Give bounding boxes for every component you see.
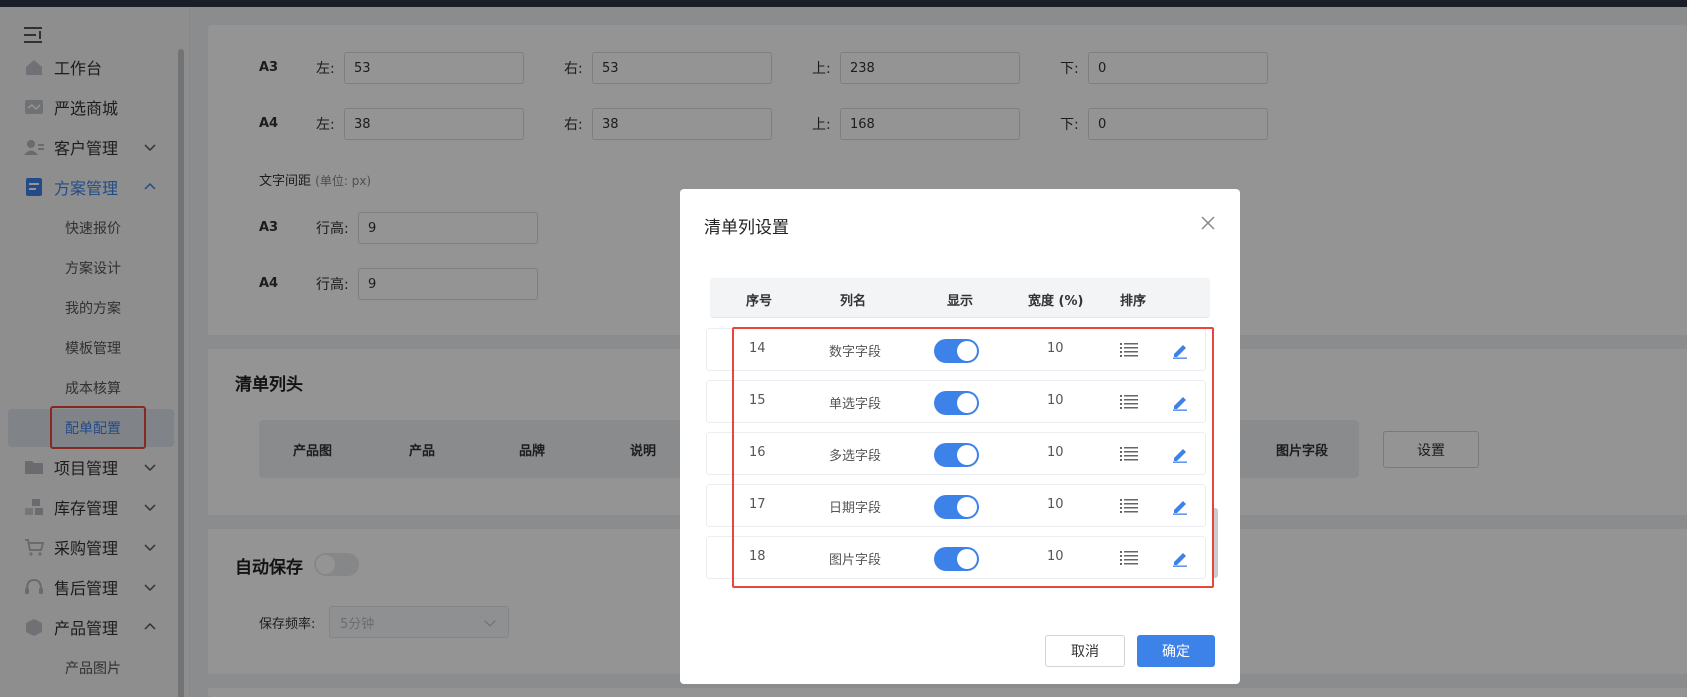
column-header-width: 宽度 (%) [1028,294,1084,309]
highlight-box [732,327,1214,588]
column-header-name: 列名 [840,294,867,309]
column-settings-dialog: 清单列设置 序号 列名 显示 宽度 (%) 排序 14 数字字段 10 15 单… [680,189,1240,684]
cancel-button[interactable]: 取消 [1045,635,1125,667]
close-icon[interactable] [1200,215,1216,231]
dialog-title: 清单列设置 [704,218,789,238]
column-header-sort: 排序 [1120,294,1147,309]
column-header-show: 显示 [947,294,974,309]
column-header-index: 序号 [746,294,773,309]
confirm-button[interactable]: 确定 [1137,635,1215,667]
table-header: 序号 列名 显示 宽度 (%) 排序 [710,278,1210,318]
